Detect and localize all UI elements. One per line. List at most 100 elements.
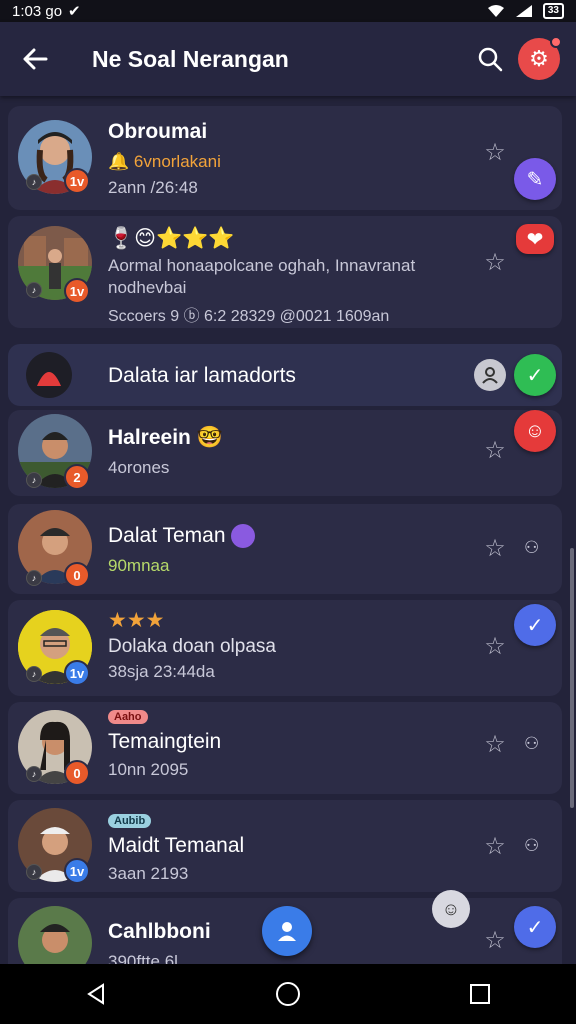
status-right: 33 [487,3,564,19]
status-left: 1:03 go ✔ [12,2,81,21]
check-icon: ✓ [526,364,544,387]
contact-time: 390ftte 6l.... [108,952,197,964]
list-item[interactable]: ♪ 2 Halreein 🤓 4orones ☆ ☺ [8,410,562,496]
count-badge: 2 [64,464,90,490]
star-outline-icon[interactable]: ☆ [482,438,508,464]
new-contact-fab[interactable] [262,906,312,956]
avatar [18,906,92,964]
scrollbar[interactable] [570,548,574,808]
heart-icon: ❤ [526,228,544,251]
list-item[interactable]: ♪ 0 Dalat Teman 90mnaa ☆ ⚇ [8,504,562,594]
search-button[interactable] [462,46,518,72]
star-outline-icon[interactable]: ☆ [482,140,508,166]
battery-icon: 33 [542,3,564,19]
signal-icon [515,5,532,17]
message-preview: Aormal honaapolcane oghah, Innavranat [108,256,416,275]
contact-name: Obroumai [108,120,208,143]
message-preview-cont: nodhevbai [108,278,187,297]
star-outline-icon[interactable]: ☆ [482,928,508,954]
edit-button[interactable]: ✎ [514,158,556,200]
contact-name: 🍷😊⭐⭐⭐ [108,227,235,250]
group-icon[interactable]: ⚇ [524,734,539,754]
square-recents-icon [470,984,490,1004]
label-tag: Aaho [108,710,148,724]
contact-status: 🔔 6vnorlakani [108,152,221,172]
status-badge: ♪ [26,472,42,488]
app-logo-icon [37,372,61,386]
check-circle-icon: ✔ [68,3,81,20]
reaction-button[interactable]: ❤ [516,224,554,254]
nav-recents-button[interactable] [460,974,500,1014]
bell-icon: 🔔 [108,152,130,171]
emoji-icon: 🤓 [196,426,223,449]
star-outline-icon[interactable]: ☆ [482,834,508,860]
list-item[interactable]: ♪ 1v Aubib Maidt Temanal 3aan 2193 ☆ ⚇ [8,800,562,892]
status-bar: 1:03 go ✔ 33 [0,0,576,22]
count-badge: 1v [64,858,90,884]
contact-name: Temaingtein [108,730,222,753]
status-badge: ♪ [26,864,42,880]
chat-bubble-button[interactable]: ☺ [432,890,470,928]
contact-name-text: Dalat Teman [108,524,226,547]
triangle-back-icon [87,983,104,1005]
contact-name: Maidt Temanal [108,834,245,857]
contact-time: 2ann /26:48 [108,178,198,197]
emoji-face-icon: ☺ [441,898,461,919]
nav-back-button[interactable] [76,974,116,1014]
group-icon[interactable]: ⚇ [524,836,539,856]
wifi-icon [487,5,504,17]
avatar [26,352,72,398]
circle-home-icon [276,982,300,1006]
list-item-highlight[interactable]: Dalata iar lamadorts ✓ [8,344,562,406]
count-badge: 0 [64,760,90,786]
status-badge: ♪ [26,766,42,782]
check-icon: ✓ [526,916,544,939]
count-badge: 1v [64,278,90,304]
contact-time: 38sja 23:44da [108,662,215,681]
nav-home-button[interactable] [268,974,308,1014]
count-badge: 0 [64,562,90,588]
status-time: 1:03 go [12,2,63,20]
arrow-left-icon [23,48,48,70]
star-outline-icon[interactable]: ☆ [482,250,508,276]
star-outline-icon[interactable]: ☆ [482,634,508,660]
smile-icon: ☺ [524,419,546,442]
notification-dot [550,36,562,48]
reaction-button[interactable]: ☺ [514,410,556,452]
contact-name: Cahlbboni [108,920,211,943]
contact-name-text: Halreein [108,426,191,449]
pencil-icon: ✎ [526,168,544,191]
status-badge: ♪ [26,174,42,190]
contact-name: Halreein 🤓 [108,426,223,450]
settings-button[interactable]: ⚙ [518,36,562,80]
status-badge: ♪ [26,282,42,298]
list-item[interactable]: ♪ 1v Obroumai 🔔 6vnorlakani 2ann /26:48 … [8,106,562,210]
person-icon[interactable] [474,359,506,391]
contact-time: Sccoers 9 ⓑ 6:2 28329 @0021 1609an [108,308,390,325]
system-nav-bar [0,964,576,1024]
contact-time: 10nn 2095 [108,760,189,779]
rating-stars: ★★★ [108,608,164,633]
contact-time: 4orones [108,458,170,477]
list-item[interactable]: ♪ 0 Aaho Temaingtein 10nn 2095 ☆ ⚇ [8,702,562,794]
avatar-emoji-icon [231,524,256,549]
list-item[interactable]: ♪ 1v ★★★ Dolaka doan olpasa 38sja 23:44d… [8,600,562,696]
select-button[interactable]: ✓ [514,906,556,948]
app-header: Ne Soal Nerangan ⚙ [0,22,576,96]
contact-name: Dalat Teman [108,524,256,549]
search-icon [478,47,503,72]
star-outline-icon[interactable]: ☆ [482,732,508,758]
select-button[interactable]: ✓ [514,604,556,646]
label-tag: Aubib [108,814,152,828]
check-icon: ✓ [526,614,544,637]
contact-status-text: 6vnorlakani [133,152,221,171]
group-icon[interactable]: ⚇ [524,538,539,558]
confirm-button[interactable]: ✓ [514,354,556,396]
back-button[interactable] [0,22,70,96]
list-item[interactable]: ♪ 1v 🍷😊⭐⭐⭐ Aormal honaapolcane oghah, In… [8,216,562,328]
star-outline-icon[interactable]: ☆ [482,536,508,562]
star-filled-icon: ★★★ [108,609,165,632]
person-icon [278,922,296,941]
contact-time: 90mnaa [108,556,170,575]
contact-name: Dolaka doan olpasa [108,636,276,657]
